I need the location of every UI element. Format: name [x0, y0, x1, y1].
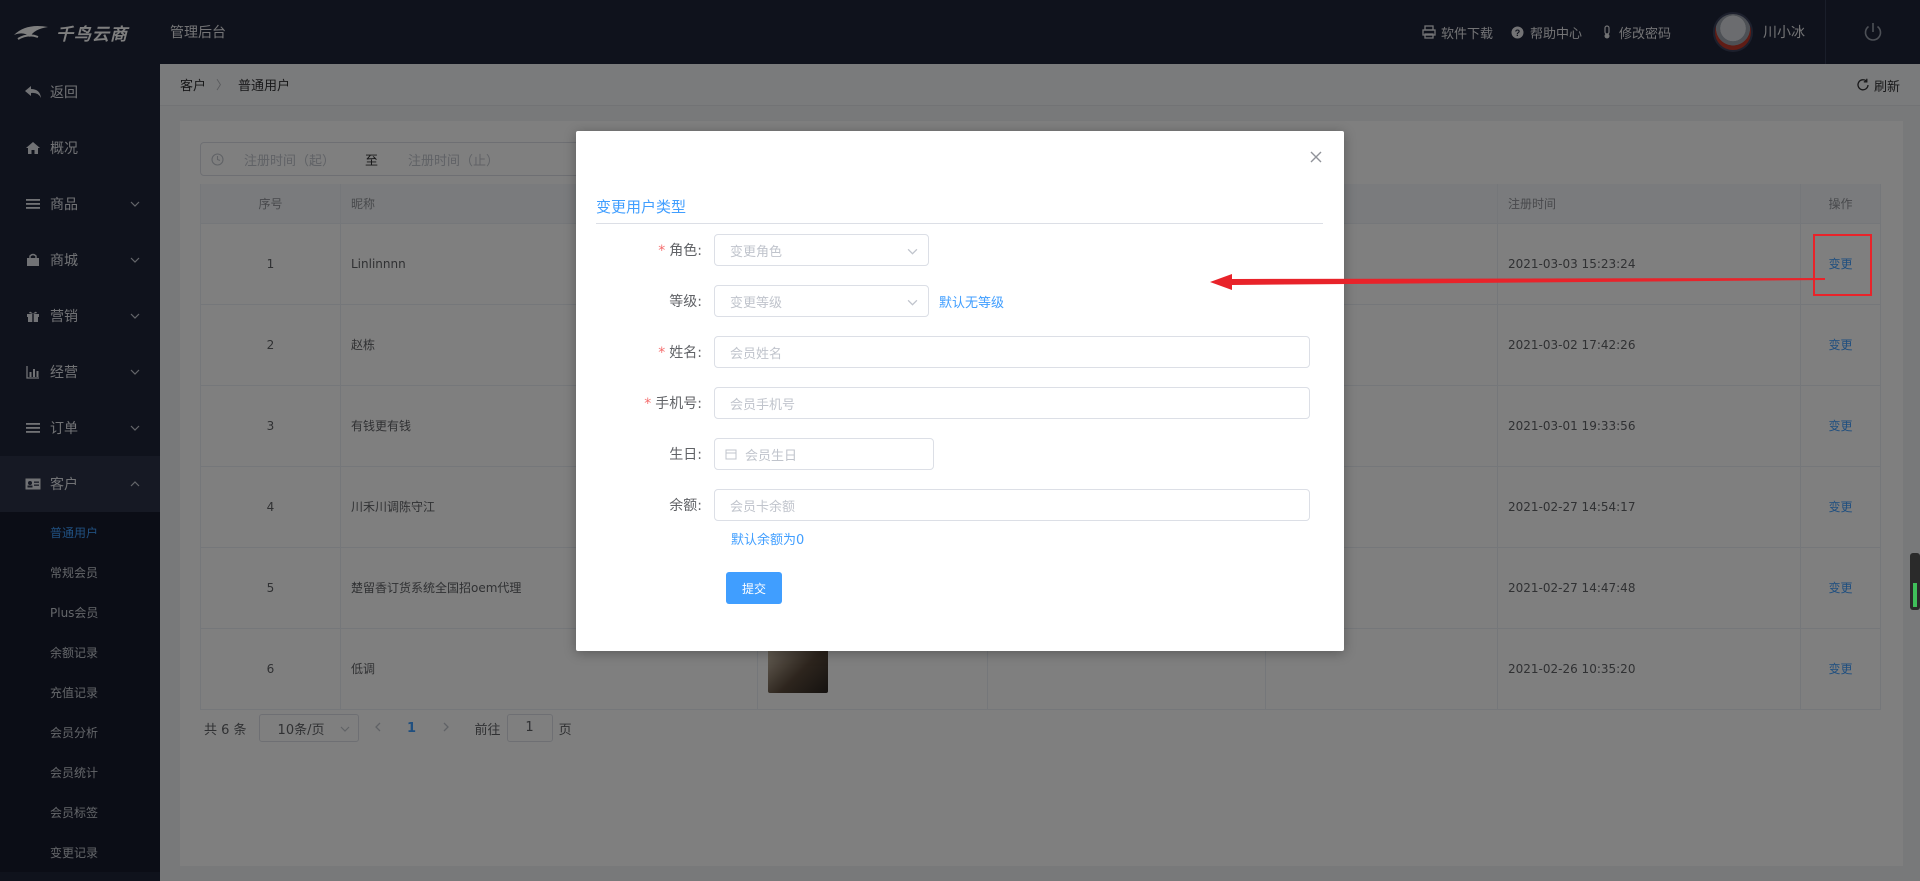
level-select[interactable]: 变更等级 [714, 285, 929, 317]
annotation-arrow-icon [1210, 274, 1825, 290]
birthday-label: 生日: [669, 447, 702, 463]
chevron-down-icon [907, 248, 918, 255]
balance-input[interactable]: 会员卡余额 [714, 489, 1310, 521]
balance-default-hint: 默认余额为0 [731, 533, 805, 548]
scroll-handle[interactable] [1910, 553, 1920, 610]
role-select[interactable]: 变更角色 [714, 234, 929, 266]
form-row-phone: * 手机号: 会员手机号 [576, 387, 1310, 419]
submit-button[interactable]: 提交 [726, 572, 782, 604]
form-row-level: 等级: 变更等级 默认无等级 [576, 285, 1004, 317]
level-label: 等级: [669, 294, 702, 310]
form-row-birthday: 生日: 会员生日 [576, 438, 934, 470]
required-mark: * [644, 396, 652, 412]
name-input[interactable]: 会员姓名 [714, 336, 1310, 368]
level-default-hint: 默认无等级 [939, 295, 1005, 311]
form-row-role: * 角色: 变更角色 [576, 234, 929, 266]
birthday-placeholder: 会员生日 [745, 448, 798, 464]
close-icon[interactable] [1308, 149, 1324, 165]
chevron-down-icon [907, 299, 918, 306]
phone-input[interactable]: 会员手机号 [714, 387, 1310, 419]
form-row-name: * 姓名: 会员姓名 [576, 336, 1310, 368]
change-user-type-dialog: 变更用户类型 * 角色: 变更角色 等级: 变更等级 默认无等级 * 姓名: 会员姓… [576, 131, 1344, 651]
role-placeholder: 变更角色 [730, 244, 783, 260]
role-label: * 角色: [658, 243, 702, 259]
balance-label: 余额: [669, 498, 702, 514]
level-placeholder: 变更等级 [730, 295, 783, 311]
dialog-title: 变更用户类型 [596, 196, 1323, 224]
required-mark: * [658, 345, 666, 361]
calendar-icon [725, 449, 737, 460]
form-row-balance: 余额: 会员卡余额 [576, 489, 1310, 521]
name-label: * 姓名: [658, 345, 702, 361]
required-mark: * [658, 243, 666, 259]
phone-label: * 手机号: [644, 396, 702, 412]
birthday-date-picker[interactable]: 会员生日 [714, 438, 934, 470]
